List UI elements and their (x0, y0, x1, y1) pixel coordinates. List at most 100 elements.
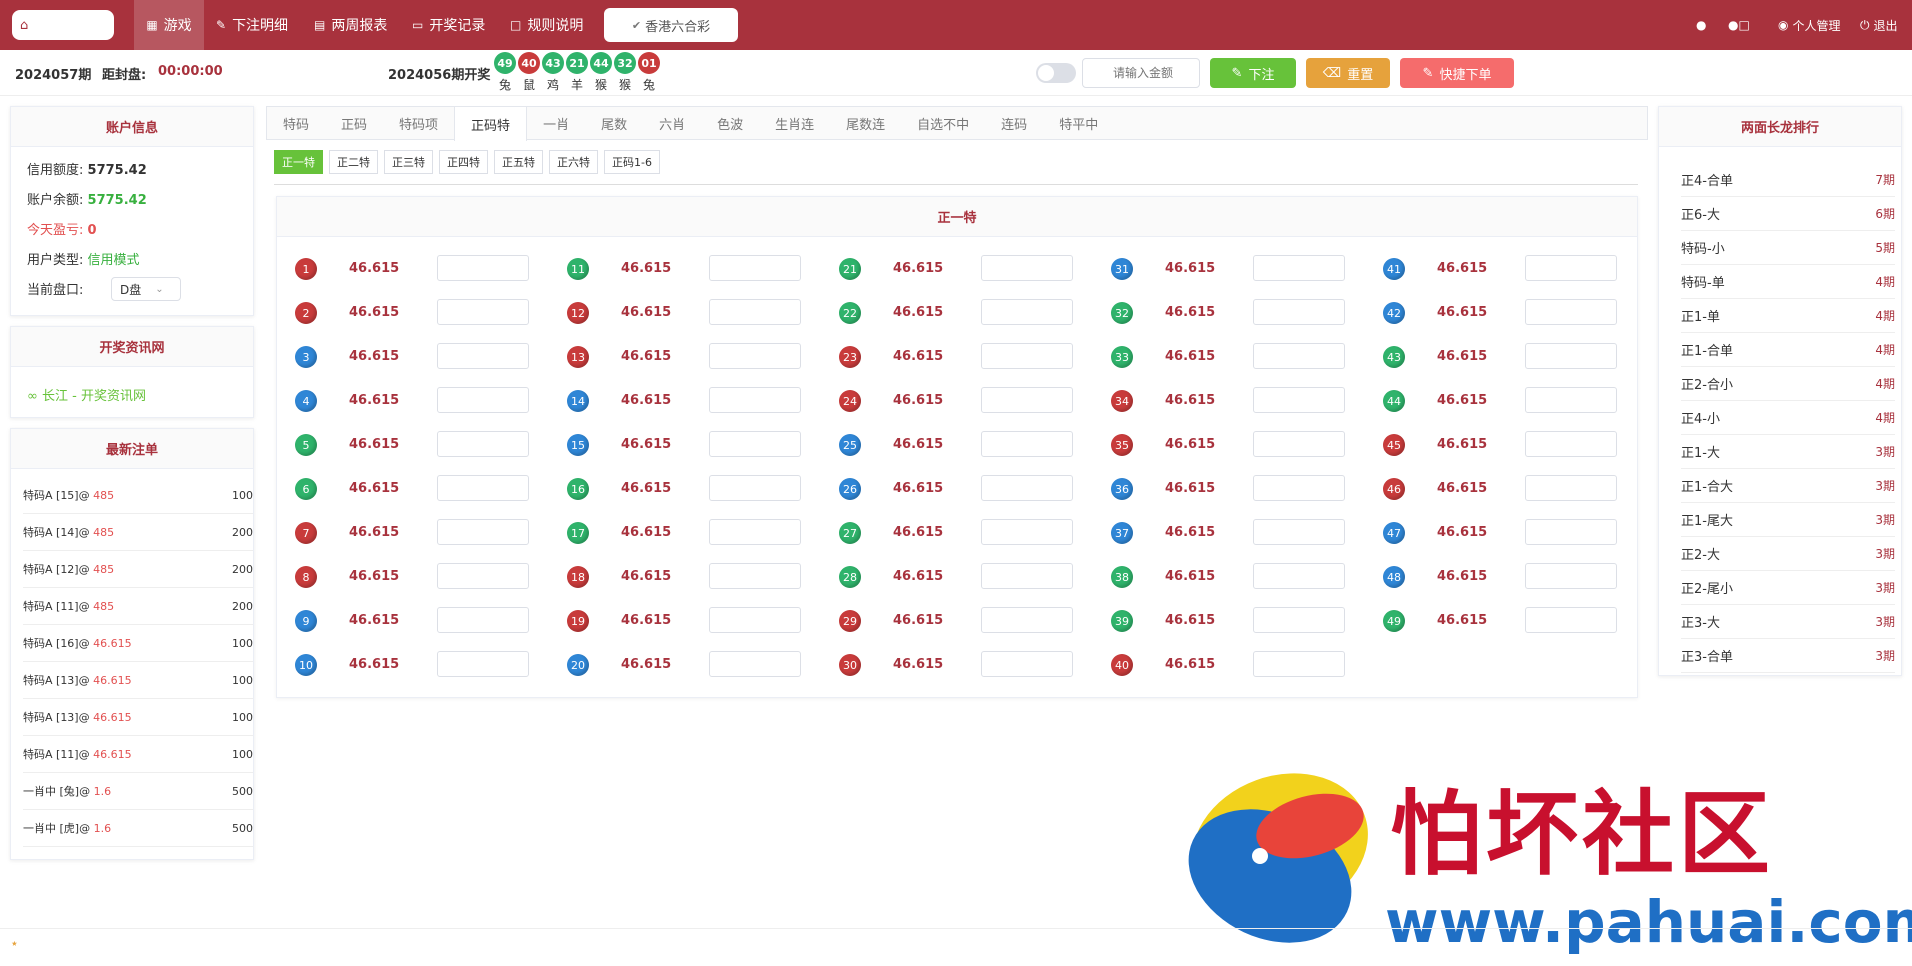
subtab-4[interactable]: 正五特 (494, 150, 543, 174)
bet-amount-input[interactable] (1525, 255, 1617, 281)
number-cell: 12 46.615 (549, 297, 811, 327)
bet-amount-input[interactable] (437, 475, 529, 501)
sound-icon[interactable]: ⋆ (10, 936, 19, 952)
bet-amount-input[interactable] (437, 651, 529, 677)
tab-2[interactable]: 特码项 (383, 107, 454, 140)
odds-value: 46.615 (621, 481, 672, 496)
bet-amount-input[interactable] (1253, 299, 1345, 325)
chevron-down-icon: ⌄ (155, 283, 164, 295)
logout-button[interactable]: ⏻ 退出 (1860, 0, 1898, 50)
tab-4[interactable]: 一肖 (527, 107, 585, 140)
bet-amount-input[interactable] (1525, 519, 1617, 545)
nav-game[interactable]: ▦ 游戏 (134, 0, 204, 50)
draw-info-link[interactable]: ∞ 长江 - 开奖资讯网 (27, 385, 146, 404)
bet-amount-input[interactable] (1525, 607, 1617, 633)
bet-amount-input[interactable] (1253, 651, 1345, 677)
tab-5[interactable]: 尾数 (585, 107, 643, 140)
bet-amount-input[interactable] (1525, 387, 1617, 413)
bet-amount-input[interactable] (709, 475, 801, 501)
subtab-0[interactable]: 正一特 (274, 150, 323, 174)
game-select-button[interactable]: ✔ 香港六合彩 (604, 8, 738, 42)
bet-amount-input[interactable] (1253, 519, 1345, 545)
bet-amount-input[interactable] (981, 255, 1073, 281)
bet-amount-input[interactable] (1253, 607, 1345, 633)
number-cell: 45 46.615 (1365, 429, 1627, 459)
amount-input[interactable] (1082, 58, 1200, 88)
bet-amount-input[interactable] (981, 299, 1073, 325)
bet-amount-input[interactable] (709, 255, 801, 281)
bet-amount-input[interactable] (981, 563, 1073, 589)
odds-value: 46.615 (1165, 437, 1216, 452)
bet-amount-input[interactable] (709, 431, 801, 457)
bet-amount-input[interactable] (981, 519, 1073, 545)
user-button[interactable]: ● (1696, 0, 1706, 50)
bet-amount-input[interactable] (1253, 431, 1345, 457)
reset-button[interactable]: ⌫ 重置 (1306, 58, 1390, 88)
subtab-5[interactable]: 正六特 (549, 150, 598, 174)
bet-amount-input[interactable] (981, 475, 1073, 501)
bet-amount-input[interactable] (709, 563, 801, 589)
tab-8[interactable]: 生肖连 (759, 107, 830, 140)
tab-0[interactable]: 特码 (267, 107, 325, 140)
bet-amount-input[interactable] (1253, 255, 1345, 281)
balance-row: 账户余额: 5775.42 (27, 193, 147, 208)
bet-amount-input[interactable] (709, 343, 801, 369)
odds-value: 46.615 (1165, 481, 1216, 496)
bet-button[interactable]: ✎ 下注 (1210, 58, 1296, 88)
tab-10[interactable]: 自选不中 (901, 107, 985, 140)
bet-amount-input[interactable] (437, 255, 529, 281)
nav-draw-history[interactable]: ▭ 开奖记录 (412, 0, 485, 50)
bet-amount-input[interactable] (437, 343, 529, 369)
bet-amount-input[interactable] (981, 651, 1073, 677)
tab-12[interactable]: 特平中 (1043, 107, 1114, 140)
bet-amount-input[interactable] (981, 343, 1073, 369)
tab-6[interactable]: 六肖 (643, 107, 701, 140)
personal-manage[interactable]: ◉ 个人管理 (1778, 0, 1841, 50)
tab-1[interactable]: 正码 (325, 107, 383, 140)
quick-order-button[interactable]: ✎ 快捷下单 (1400, 58, 1514, 88)
bet-amount-input[interactable] (1525, 431, 1617, 457)
bet-amount-input[interactable] (437, 607, 529, 633)
number-ball: 24 (839, 390, 861, 412)
users-button[interactable]: ●□ (1728, 0, 1750, 50)
bet-amount-input[interactable] (437, 519, 529, 545)
bet-amount-input[interactable] (1525, 343, 1617, 369)
bet-amount-input[interactable] (709, 387, 801, 413)
subtab-1[interactable]: 正二特 (329, 150, 378, 174)
bet-amount-input[interactable] (981, 387, 1073, 413)
number-ball: 47 (1383, 522, 1405, 544)
bet-amount-input[interactable] (437, 299, 529, 325)
bet-amount-input[interactable] (437, 563, 529, 589)
number-cell: 36 46.615 (1093, 473, 1355, 503)
nav-bet-detail[interactable]: ✎ 下注明细 (216, 0, 288, 50)
bet-amount-input[interactable] (1525, 299, 1617, 325)
bet-amount-input[interactable] (709, 519, 801, 545)
bet-amount-input[interactable] (1525, 475, 1617, 501)
bet-amount-input[interactable] (1253, 563, 1345, 589)
bet-amount-input[interactable] (1253, 475, 1345, 501)
bet-amount-input[interactable] (1253, 343, 1345, 369)
subtab-6[interactable]: 正码1-6 (604, 150, 660, 174)
tab-3[interactable]: 正码特 (454, 107, 528, 141)
bet-amount-input[interactable] (1525, 563, 1617, 589)
bet-amount-input[interactable] (709, 607, 801, 633)
nav-report[interactable]: ▤ 两周报表 (314, 0, 387, 50)
subtab-3[interactable]: 正四特 (439, 150, 488, 174)
edit-icon: ✎ (1422, 65, 1434, 81)
subtab-2[interactable]: 正三特 (384, 150, 433, 174)
nav-rules[interactable]: □ 规则说明 (510, 0, 583, 50)
pankou-select[interactable]: D盘 ⌄ (111, 277, 181, 301)
tab-11[interactable]: 连码 (985, 107, 1043, 140)
bet-amount-input[interactable] (709, 651, 801, 677)
bet-amount-input[interactable] (981, 607, 1073, 633)
tab-7[interactable]: 色波 (701, 107, 759, 140)
number-ball: 2 (295, 302, 317, 324)
bet-amount-input[interactable] (437, 387, 529, 413)
home-button[interactable]: ⌂ (12, 10, 114, 40)
bet-amount-input[interactable] (709, 299, 801, 325)
bet-amount-input[interactable] (437, 431, 529, 457)
tab-9[interactable]: 尾数连 (830, 107, 901, 140)
bet-amount-input[interactable] (981, 431, 1073, 457)
toggle-switch[interactable] (1036, 63, 1076, 83)
bet-amount-input[interactable] (1253, 387, 1345, 413)
